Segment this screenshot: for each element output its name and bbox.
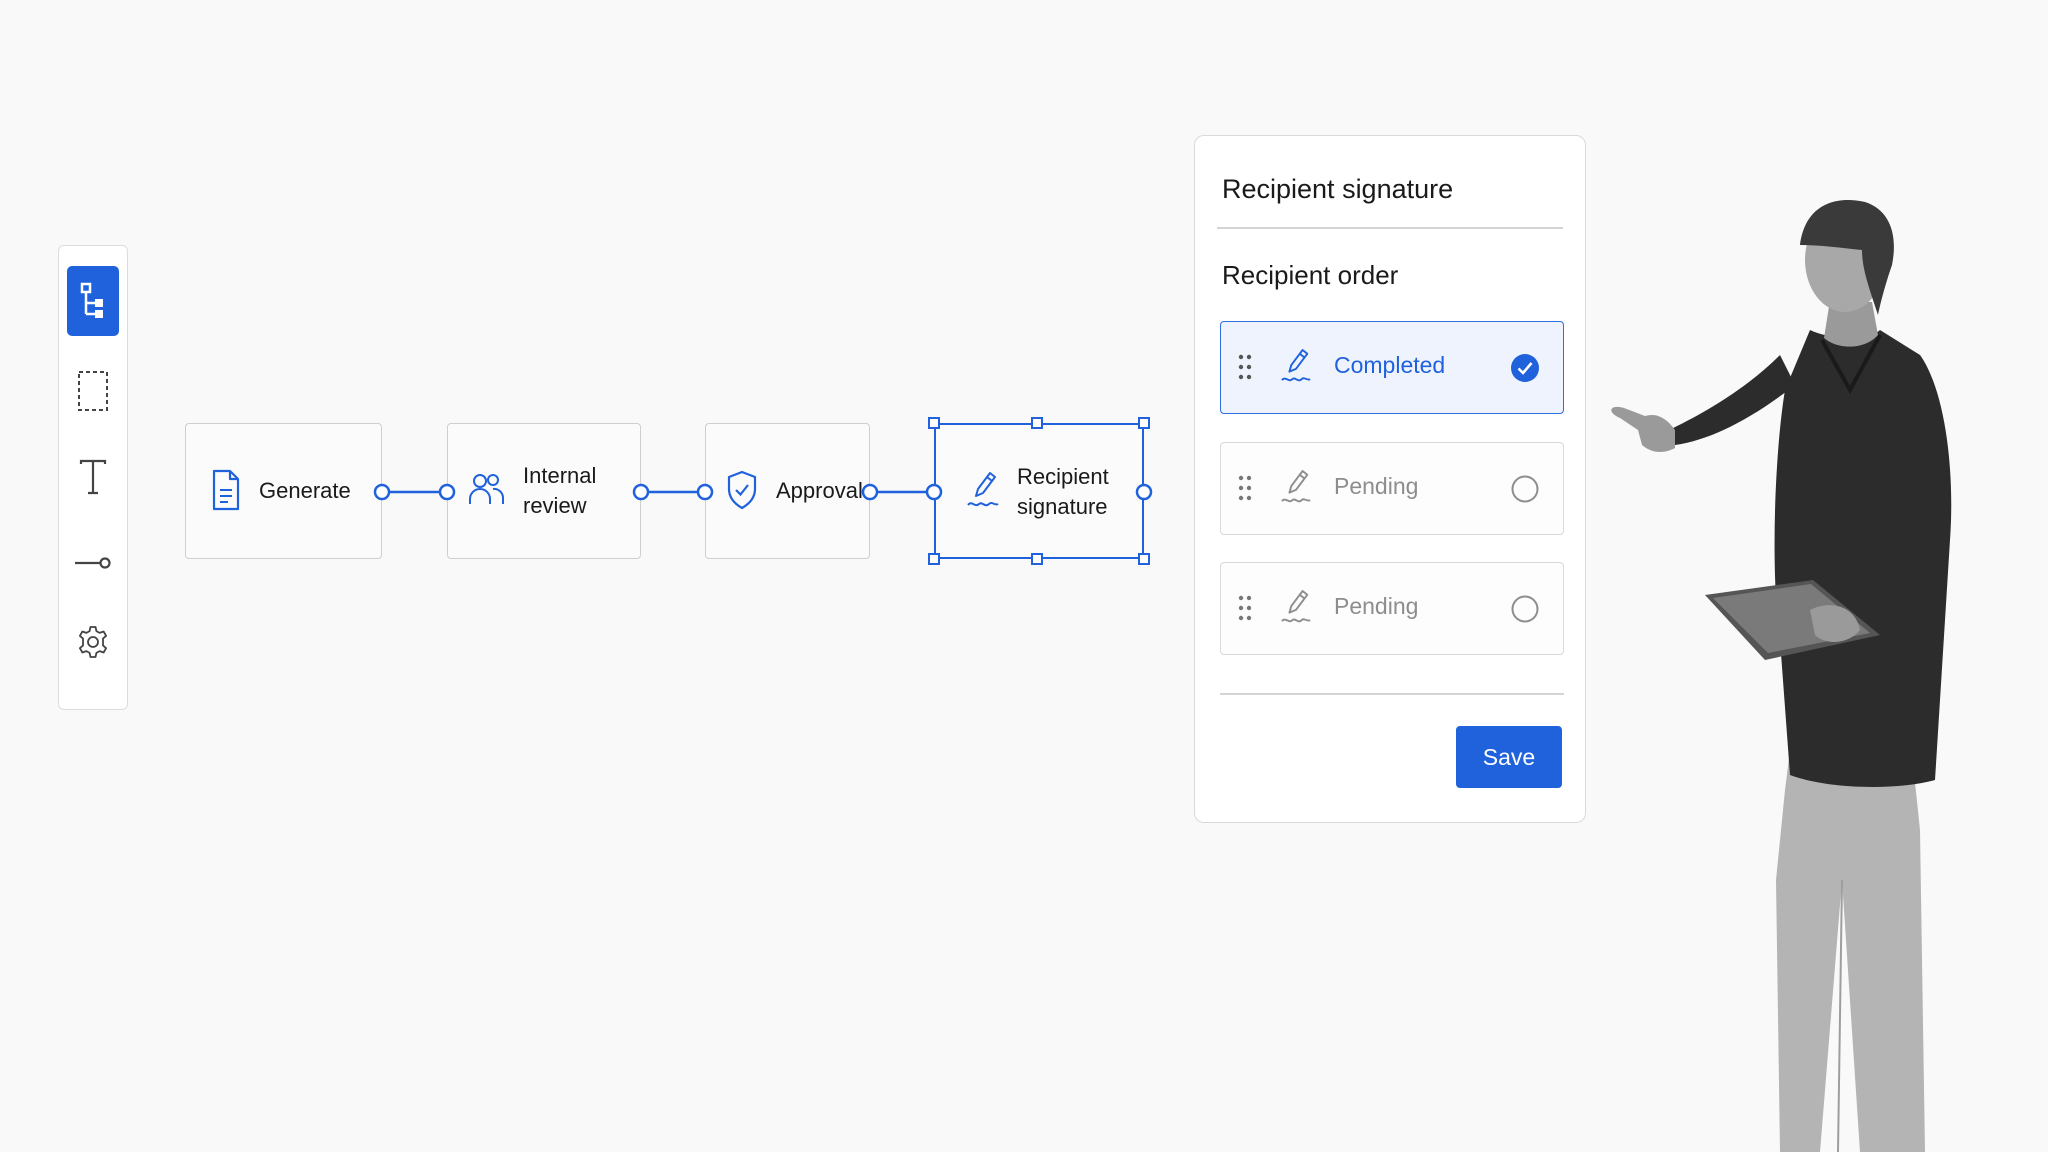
signature-pen-icon: [1280, 587, 1312, 627]
signature-pen-icon: [1280, 467, 1312, 507]
recipient-row-3[interactable]: Pending: [1220, 562, 1564, 655]
canvas: Generate Internal review Approval Recipi…: [0, 0, 2048, 1152]
recipient-signature-panel: Recipient signature Recipient order Comp…: [1194, 135, 1586, 823]
recipient-row-1[interactable]: Completed: [1220, 321, 1564, 414]
selection-handles: [928, 417, 1150, 565]
recipient-status: Completed: [1334, 352, 1446, 378]
drag-handle-icon[interactable]: [1238, 475, 1252, 501]
panel-title: Recipient signature: [1222, 174, 1454, 204]
section-title: Recipient order: [1222, 260, 1399, 290]
divider: [1217, 227, 1563, 229]
save-button[interactable]: Save: [1456, 726, 1562, 788]
recipient-row-2[interactable]: Pending: [1220, 442, 1564, 535]
presenter-person-image: [1611, 199, 1952, 1152]
divider: [1220, 693, 1564, 695]
drag-handle-icon[interactable]: [1238, 354, 1252, 380]
empty-circle-icon: [1510, 594, 1540, 624]
recipient-status: Pending: [1334, 473, 1419, 499]
empty-circle-icon: [1510, 474, 1540, 504]
signature-pen-icon: [1280, 346, 1312, 386]
check-circle-icon: [1510, 353, 1540, 383]
recipient-status: Pending: [1334, 593, 1419, 619]
drag-handle-icon[interactable]: [1238, 595, 1252, 621]
